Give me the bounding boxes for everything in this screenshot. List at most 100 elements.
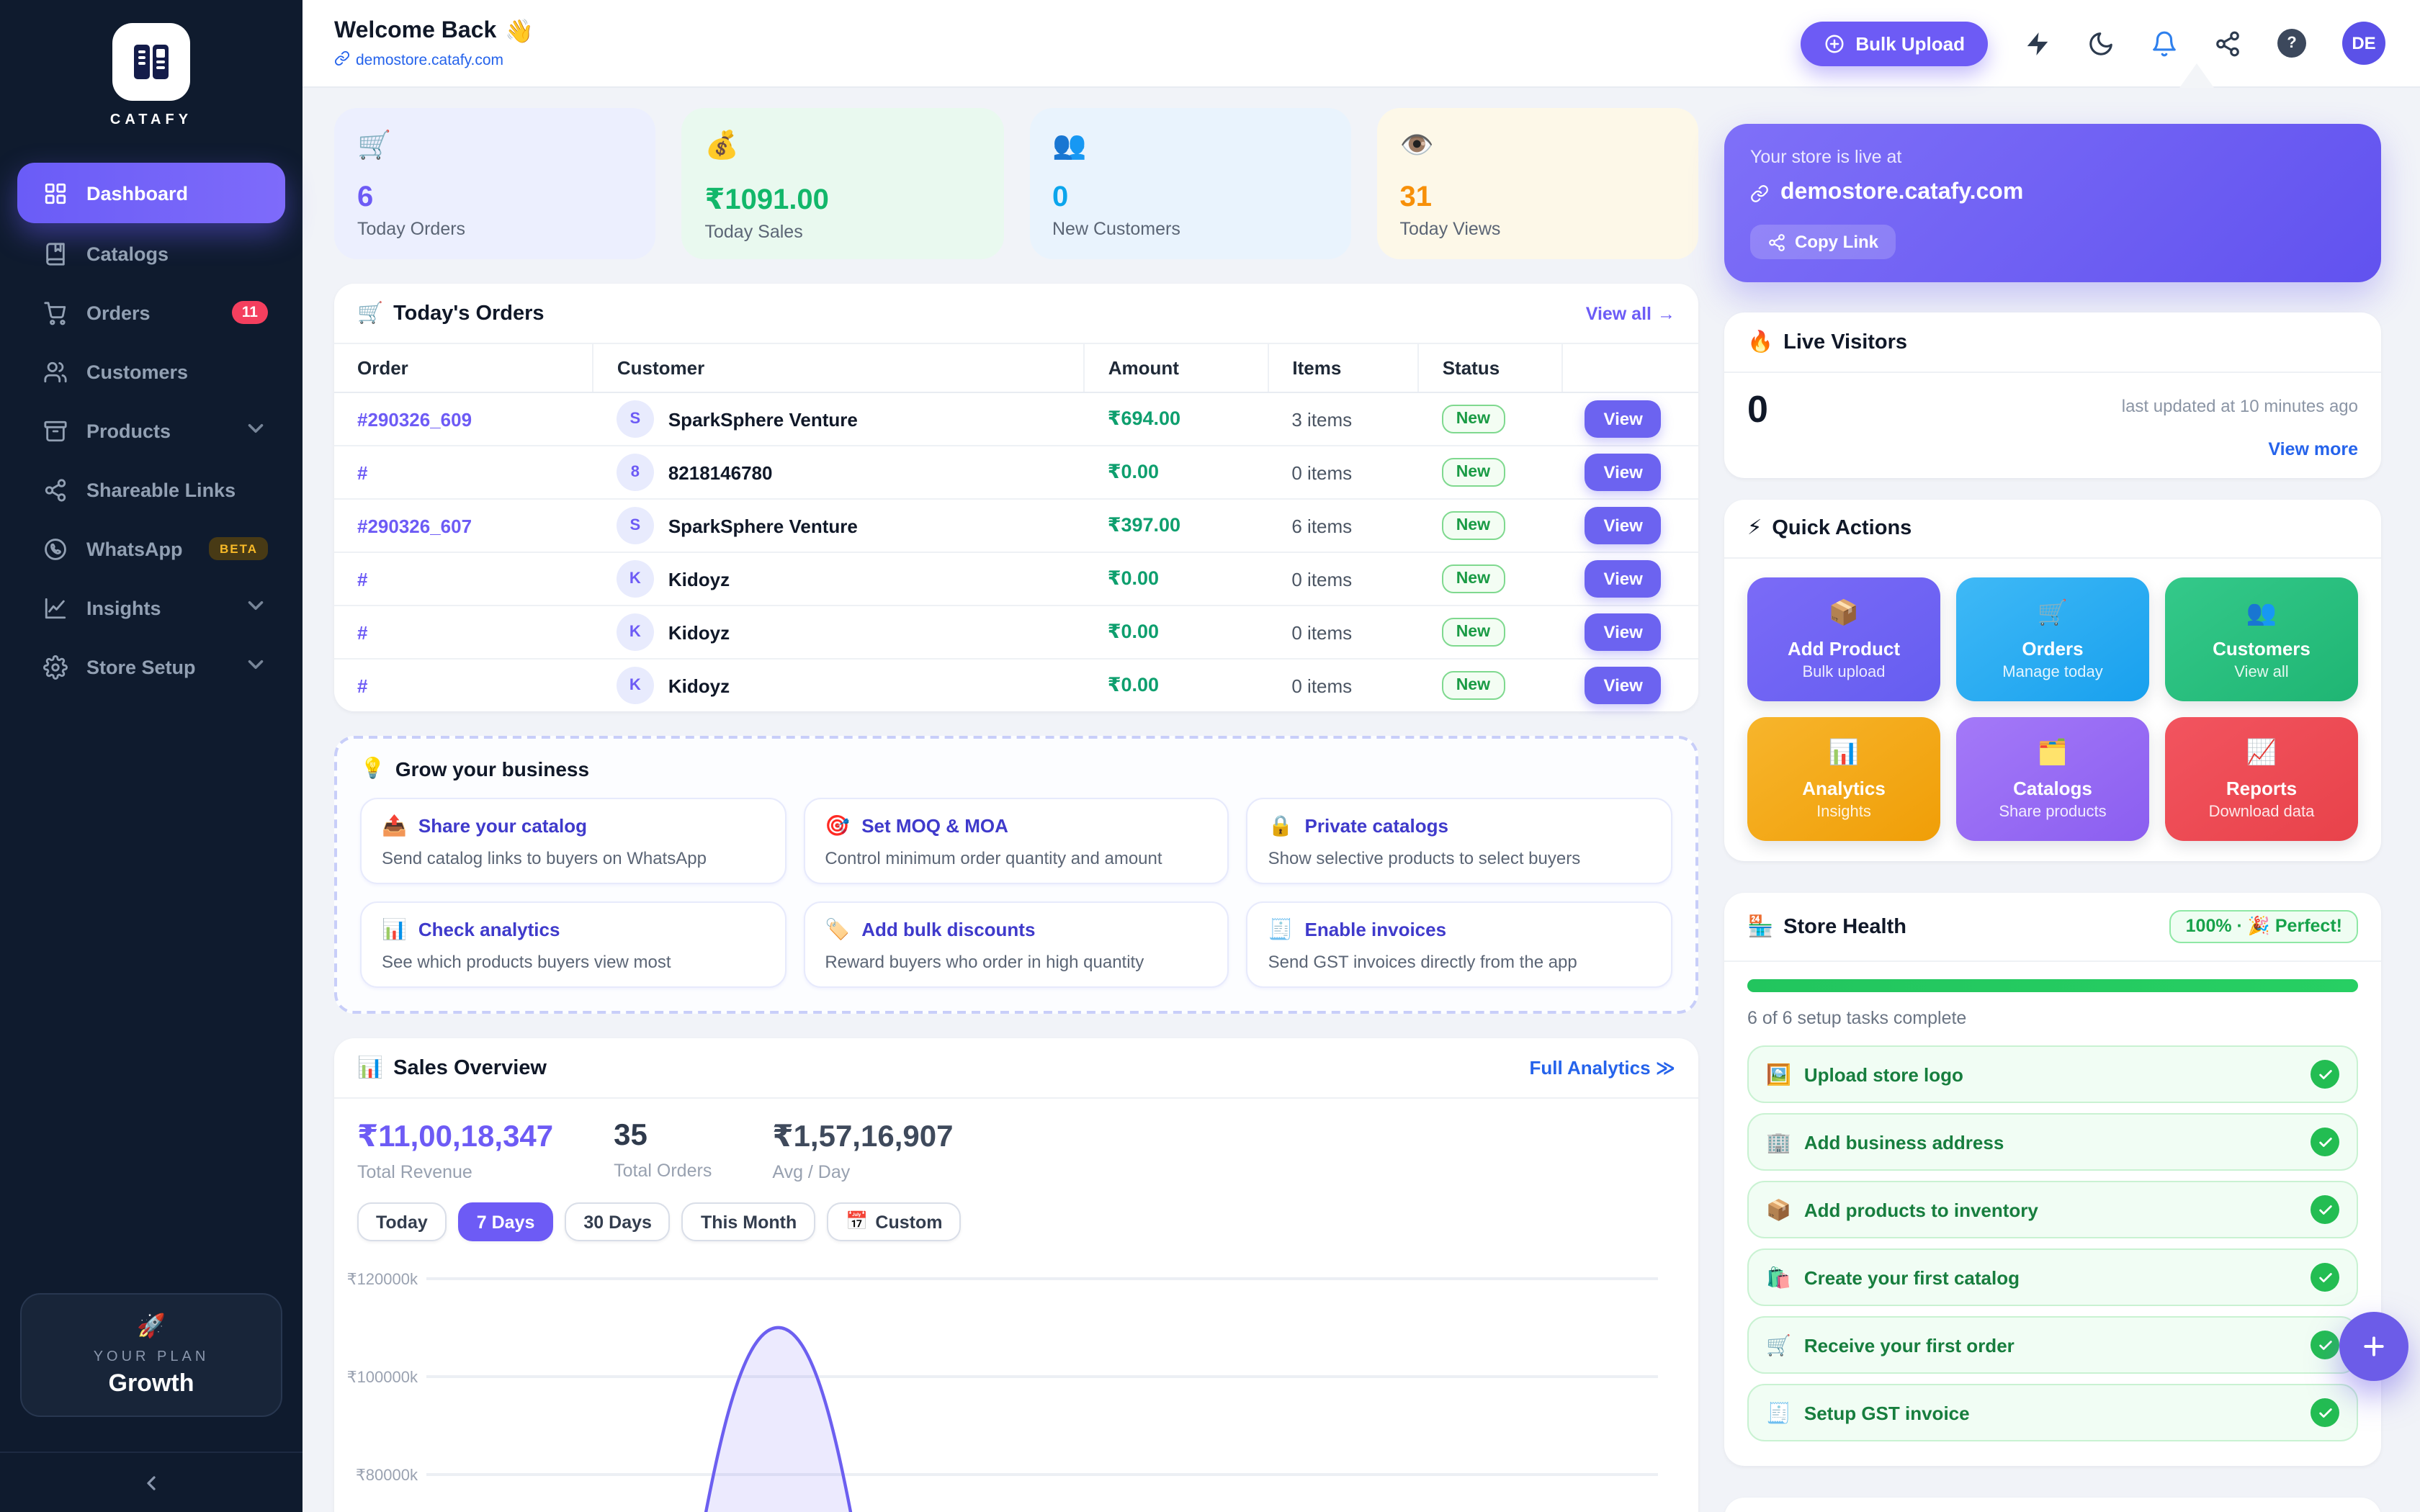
order-id-link[interactable]: #290326_607 xyxy=(357,515,472,536)
check-circle-icon xyxy=(2311,1060,2339,1089)
order-id-link[interactable]: # xyxy=(357,568,367,590)
quick-action-title: Catalogs xyxy=(2013,777,2092,798)
sidebar-item-dashboard[interactable]: Dashboard xyxy=(17,163,285,223)
order-id-link[interactable]: # xyxy=(357,675,367,696)
plus-icon xyxy=(2360,1332,2388,1361)
order-id-link[interactable]: # xyxy=(357,621,367,643)
stat-card-today-orders[interactable]: 🛒6Today Orders xyxy=(334,108,656,259)
view-order-button[interactable]: View xyxy=(1585,454,1662,491)
view-order-button[interactable]: View xyxy=(1585,400,1662,438)
shopping-bags-icon: 🛍️ xyxy=(1766,1265,1791,1290)
range-pill-custom[interactable]: 📅Custom xyxy=(827,1202,961,1241)
help-icon[interactable]: ? xyxy=(2277,29,2306,58)
chevron-down-icon xyxy=(243,416,268,445)
sidebar-item-label: Customers xyxy=(86,361,188,382)
lock-icon: 🔒 xyxy=(1268,814,1294,838)
quick-action-catalogs[interactable]: 🗂️CatalogsShare products xyxy=(1956,717,2149,841)
sidebar-item-customers[interactable]: Customers xyxy=(17,343,285,400)
orders-card-title: Today's Orders xyxy=(393,302,544,325)
order-id-link[interactable]: # xyxy=(357,462,367,483)
sales-stat-label: Total Revenue xyxy=(357,1162,553,1182)
health-score-badge: 100% · 🎉 Perfect! xyxy=(2170,910,2358,943)
share-nodes-icon xyxy=(43,477,69,503)
full-analytics-link[interactable]: Full Analytics ≫ xyxy=(1529,1056,1675,1079)
status-badge: New xyxy=(1442,458,1505,487)
chart-up-icon: 📈 xyxy=(2246,738,2277,767)
store-link-text: demostore.catafy.com xyxy=(356,51,503,68)
live-visitors-count: 0 xyxy=(1747,387,1768,459)
gear-icon xyxy=(43,654,69,680)
sidebar-item-insights[interactable]: Insights xyxy=(17,579,285,636)
view-order-button[interactable]: View xyxy=(1585,667,1662,704)
quick-action-reports[interactable]: 📈ReportsDownload data xyxy=(2165,717,2358,841)
order-id-link[interactable]: #290326_609 xyxy=(357,408,472,430)
view-order-button[interactable]: View xyxy=(1585,560,1662,598)
grow-card-add-bulk-discounts[interactable]: 🏷️Add bulk discountsReward buyers who or… xyxy=(803,901,1229,988)
chevron-down-icon xyxy=(243,652,268,681)
live-visitors-card: 🔥 Live Visitors 0 last updated at 10 min… xyxy=(1724,312,2381,478)
store-domain[interactable]: demostore.catafy.com xyxy=(1780,180,2023,206)
stat-card-today-views[interactable]: 👁️31Today Views xyxy=(1377,108,1699,259)
avatar: S xyxy=(617,400,654,438)
package-icon: 📦 xyxy=(1829,598,1859,627)
stats-row: 🛒6Today Orders💰₹1091.00Today Sales👥0New … xyxy=(334,108,1698,259)
range-pill-30-days[interactable]: 30 Days xyxy=(565,1202,671,1241)
grow-card-check-analytics[interactable]: 📊Check analyticsSee which products buyer… xyxy=(360,901,786,988)
sidebar-item-whatsapp[interactable]: WhatsAppBETA xyxy=(17,520,285,577)
stat-card-new-customers[interactable]: 👥0New Customers xyxy=(1029,108,1351,259)
user-avatar[interactable]: DE xyxy=(2342,22,2385,65)
stat-value: 6 xyxy=(357,181,633,215)
range-pill-today[interactable]: Today xyxy=(357,1202,447,1241)
sidebar-collapse-button[interactable] xyxy=(0,1452,302,1512)
range-pill-7-days[interactable]: 7 Days xyxy=(458,1202,554,1241)
avatar: K xyxy=(617,667,654,704)
setup-task-add-business-address[interactable]: 🏢Add business address xyxy=(1747,1113,2358,1171)
dark-mode-moon-icon[interactable] xyxy=(2087,30,2115,57)
cart-icon: 🛒 xyxy=(2038,598,2068,627)
setup-task-setup-gst-invoice[interactable]: 🧾Setup GST invoice xyxy=(1747,1384,2358,1441)
order-items: 0 items xyxy=(1268,552,1418,606)
view-order-button[interactable]: View xyxy=(1585,613,1662,651)
grow-card-share-your-catalog[interactable]: 📤Share your catalogSend catalog links to… xyxy=(360,798,786,884)
sidebar-item-catalogs[interactable]: Catalogs xyxy=(17,225,285,282)
quick-action-analytics[interactable]: 📊AnalyticsInsights xyxy=(1747,717,1940,841)
sidebar-item-shareable-links[interactable]: Shareable Links xyxy=(17,461,285,518)
stat-card-today-sales[interactable]: 💰₹1091.00Today Sales xyxy=(682,108,1004,259)
grow-card-private-catalogs[interactable]: 🔒Private catalogsShow selective products… xyxy=(1247,798,1672,884)
setup-task-receive-your-first-order[interactable]: 🛒Receive your first order xyxy=(1747,1316,2358,1374)
copy-link-button[interactable]: Copy Link xyxy=(1750,225,1896,259)
sidebar-item-orders[interactable]: Orders11 xyxy=(17,284,285,341)
grow-card-desc: Send GST invoices directly from the app xyxy=(1268,952,1651,972)
quick-action-orders[interactable]: 🛒OrdersManage today xyxy=(1956,577,2149,701)
card-index-icon: 🗂️ xyxy=(2038,738,2068,767)
catalogs-book-icon xyxy=(43,240,69,266)
plan-card[interactable]: 🚀 YOUR PLAN Growth xyxy=(20,1293,282,1417)
orders-column-header: Items xyxy=(1268,344,1418,392)
store-health-card: 🏪 Store Health 100% · 🎉 Perfect! 6 of 6 … xyxy=(1724,893,2381,1466)
store-link[interactable]: demostore.catafy.com xyxy=(334,50,534,70)
lightning-icon[interactable] xyxy=(2024,30,2051,57)
quick-action-add-product[interactable]: 📦Add ProductBulk upload xyxy=(1747,577,1940,701)
notifications-bell-icon[interactable] xyxy=(2151,30,2178,57)
bulk-upload-button[interactable]: Bulk Upload xyxy=(1801,21,1988,66)
range-pill-this-month[interactable]: This Month xyxy=(682,1202,815,1241)
share-icon[interactable] xyxy=(2214,30,2241,57)
people-icon: 👥 xyxy=(1052,128,1328,163)
sidebar-item-store-setup[interactable]: Store Setup xyxy=(17,638,285,696)
floating-add-button[interactable] xyxy=(2339,1312,2408,1381)
check-circle-icon xyxy=(2311,1398,2339,1427)
sidebar-item-products[interactable]: Products xyxy=(17,402,285,459)
grow-card-set-moq-moa[interactable]: 🎯Set MOQ & MOAControl minimum order quan… xyxy=(803,798,1229,884)
setup-task-upload-store-logo[interactable]: 🖼️Upload store logo xyxy=(1747,1045,2358,1103)
quick-action-customers[interactable]: 👥CustomersView all xyxy=(2165,577,2358,701)
setup-task-create-your-first-catalog[interactable]: 🛍️Create your first catalog xyxy=(1747,1248,2358,1306)
money-bag-icon: 💰 xyxy=(705,128,981,163)
grow-card-enable-invoices[interactable]: 🧾Enable invoicesSend GST invoices direct… xyxy=(1247,901,1672,988)
view-order-button[interactable]: View xyxy=(1585,507,1662,544)
notification-popover-caret xyxy=(2179,63,2214,88)
setup-task-label: Upload store logo xyxy=(1804,1063,1963,1085)
view-more-link[interactable]: View more xyxy=(2122,439,2358,459)
view-all-orders-link[interactable]: View all→ xyxy=(1586,303,1675,323)
setup-task-add-products-to-inventory[interactable]: 📦Add products to inventory xyxy=(1747,1181,2358,1238)
sidebar-item-label: WhatsApp xyxy=(86,538,183,559)
